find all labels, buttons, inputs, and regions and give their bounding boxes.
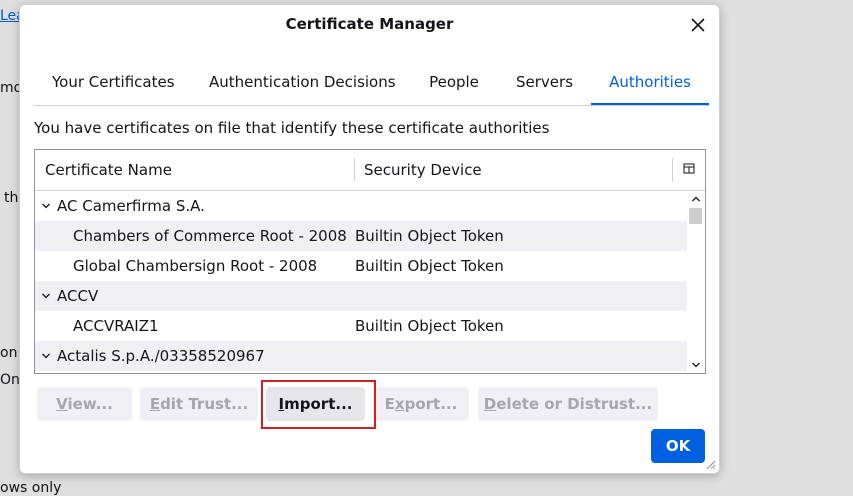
scroll-up-arrow-icon[interactable] xyxy=(687,191,704,207)
column-picker-icon[interactable] xyxy=(682,162,696,176)
button-label-part: dit Trust... xyxy=(160,395,249,413)
chevron-down-icon[interactable] xyxy=(41,341,53,371)
edit-trust-button[interactable]: Edit Trust... xyxy=(140,387,258,421)
tree-scrollbar[interactable] xyxy=(687,191,704,373)
scroll-down-arrow-icon[interactable] xyxy=(687,357,704,373)
export-button[interactable]: Export... xyxy=(373,387,469,421)
resize-grip-icon[interactable] xyxy=(704,458,716,470)
ok-button[interactable]: OK xyxy=(651,429,705,463)
tree-item-row[interactable]: Global Chambersign Root - 2008 Builtin O… xyxy=(35,251,687,281)
tree-group-name: Actalis S.p.A./03358520967 xyxy=(57,347,265,365)
tree-item-row[interactable]: Chambers of Commerce Root - 2008 Builtin… xyxy=(35,221,687,251)
certificate-name: Global Chambersign Root - 2008 xyxy=(73,257,318,275)
button-label-part: iew... xyxy=(67,395,113,413)
security-device: Builtin Object Token xyxy=(355,227,504,245)
tree-rows: AC Camerfirma S.A. Chambers of Commerce … xyxy=(35,191,687,372)
column-separator[interactable] xyxy=(354,158,355,182)
column-header-security-device[interactable]: Security Device xyxy=(364,150,482,190)
tree-group-row[interactable]: Actalis S.p.A./03358520967 xyxy=(35,341,687,371)
button-label-part: elete or Distrust... xyxy=(496,395,653,413)
certificate-name: ACCVRAIZ1 xyxy=(73,317,159,335)
dialog-title: Certificate Manager xyxy=(285,15,454,33)
certificate-manager-dialog: Certificate Manager Your Certificates Au… xyxy=(19,4,720,474)
close-icon xyxy=(691,18,705,32)
access-key: E xyxy=(149,395,161,413)
button-label-part: port... xyxy=(404,395,458,413)
security-device: Builtin Object Token xyxy=(355,257,504,275)
tree-group-name: AC Camerfirma S.A. xyxy=(57,197,205,215)
column-separator[interactable] xyxy=(672,158,673,182)
access-key: D xyxy=(483,395,497,413)
tab-your-certificates[interactable]: Your Certificates xyxy=(52,65,175,103)
delete-or-distrust-button[interactable]: Delete or Distrust... xyxy=(478,387,658,421)
view-button[interactable]: View... xyxy=(37,387,132,421)
tab-authorities[interactable]: Authorities xyxy=(591,65,709,105)
tree-group-name: ACCV xyxy=(57,287,99,305)
chevron-down-icon[interactable] xyxy=(41,281,53,311)
chevron-down-icon[interactable] xyxy=(41,191,53,221)
tab-people[interactable]: People xyxy=(426,65,482,103)
access-key: V xyxy=(56,395,68,413)
tree-header: Certificate Name Security Device xyxy=(35,150,705,191)
scroll-thumb[interactable] xyxy=(689,208,702,224)
button-label-part: E xyxy=(384,395,395,413)
tab-authentication-decisions[interactable]: Authentication Decisions xyxy=(209,65,396,103)
import-button[interactable]: Import... xyxy=(266,387,365,421)
tab-servers[interactable]: Servers xyxy=(516,65,573,103)
close-button[interactable] xyxy=(686,13,710,37)
tree-group-row[interactable]: ACCV xyxy=(35,281,687,311)
certificate-tree[interactable]: Certificate Name Security Device AC Came… xyxy=(34,149,706,374)
tree-item-row[interactable]: ACCVRAIZ1 Builtin Object Token xyxy=(35,311,687,341)
tab-bar: Your Certificates Authentication Decisio… xyxy=(34,65,710,106)
security-device: Builtin Object Token xyxy=(355,317,504,335)
tree-group-row[interactable]: AC Camerfirma S.A. xyxy=(35,191,687,221)
certificate-name: Chambers of Commerce Root - 2008 xyxy=(73,227,347,245)
button-label-part: mport... xyxy=(284,395,353,413)
column-header-certificate-name[interactable]: Certificate Name xyxy=(45,150,172,190)
description-text: You have certificates on file that ident… xyxy=(34,119,550,137)
access-key: x xyxy=(394,395,405,413)
